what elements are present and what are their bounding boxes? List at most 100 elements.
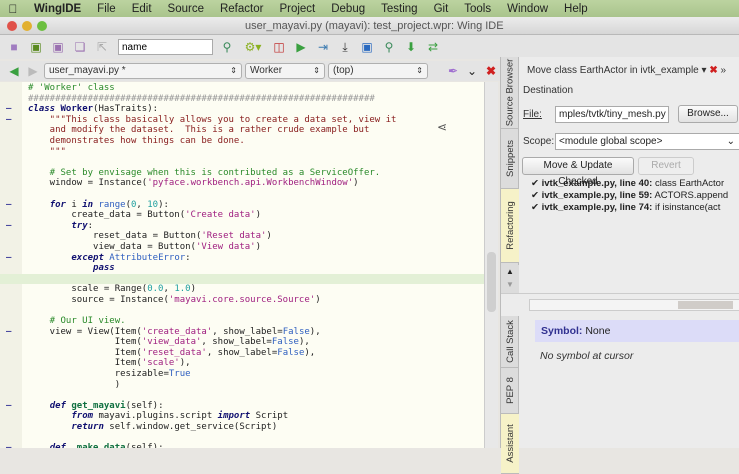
search-input[interactable] — [118, 39, 213, 55]
code-line[interactable]: from mayavi.plugins.script import Script — [0, 411, 484, 422]
run-icon[interactable]: ▶ — [293, 39, 309, 55]
step-out-icon[interactable]: ⤓ — [337, 39, 353, 55]
refactor-result-item[interactable]: ✔ ivtk_example.py, line 40: class EarthA… — [531, 178, 724, 189]
revert-button[interactable]: Revert — [638, 157, 694, 175]
code-line[interactable]: — def _make_data(self): — [0, 443, 484, 448]
menu-window[interactable]: Window — [499, 3, 556, 15]
close-editor-icon[interactable]: ✖ — [483, 63, 499, 79]
menu-debug[interactable]: Debug — [323, 3, 373, 15]
fold-marker-icon[interactable]: — — [6, 221, 11, 232]
close-icon[interactable]: ✖ — [709, 65, 717, 76]
fold-marker-icon[interactable]: — — [6, 401, 11, 412]
open-folder-icon[interactable]: ▣ — [28, 39, 44, 55]
menu-refactor[interactable]: Refactor — [212, 3, 271, 15]
apple-icon[interactable]:  — [0, 2, 26, 16]
checkbox-checked-icon[interactable]: ✔ — [531, 190, 539, 201]
code-line[interactable]: pass — [0, 263, 484, 274]
browse-button[interactable]: Browse... — [678, 105, 738, 123]
new-document-icon[interactable]: ◫ — [271, 39, 287, 55]
tab-assistant[interactable]: Assistant — [501, 414, 519, 474]
code-line[interactable]: # Set by envisage when this is contribut… — [0, 168, 484, 179]
code-line[interactable]: ) — [0, 380, 484, 391]
save-all-icon[interactable]: ❏ — [72, 39, 88, 55]
menu-help[interactable]: Help — [556, 3, 596, 15]
tab-call-stack[interactable]: Call Stack — [501, 316, 519, 368]
class-selector[interactable]: Worker ⇕ — [245, 63, 325, 79]
scope-selector[interactable]: (top) ⇕ — [328, 63, 428, 79]
code-line[interactable]: — view = View(Item('create_data', show_l… — [0, 327, 484, 338]
menu-source[interactable]: Source — [160, 3, 212, 15]
menu-app[interactable]: WingIDE — [26, 3, 89, 15]
code-line[interactable]: Item('scale'), — [0, 358, 484, 369]
scrollbar-thumb[interactable] — [678, 301, 733, 309]
code-line[interactable]: source = Instance('mayavi.core.source.So… — [0, 295, 484, 306]
code-lines[interactable]: # 'Worker' class ########################… — [0, 83, 484, 448]
file-field[interactable]: mples/tvtk/tiny_mesh.py — [555, 106, 669, 123]
code-line[interactable]: Item('view_data', show_label=False), — [0, 337, 484, 348]
refactor-result-item[interactable]: ✔ ivtk_example.py, line 74: if isinstanc… — [531, 202, 720, 213]
code-line[interactable] — [0, 305, 484, 316]
overflow-icon[interactable]: » — [720, 65, 726, 76]
menu-project[interactable]: Project — [271, 3, 323, 15]
scope-dropdown[interactable]: <module global scope> ⌄ — [555, 133, 739, 150]
fold-marker-icon[interactable]: — — [6, 104, 11, 115]
fold-marker-icon[interactable]: — — [6, 200, 11, 211]
code-line[interactable]: ########################################… — [0, 94, 484, 105]
pin-icon[interactable]: ✒ — [445, 63, 461, 79]
zoom-icon[interactable]: ⚲ — [381, 39, 397, 55]
code-line[interactable]: create_data = Button('Create data') — [0, 210, 484, 221]
fold-marker-icon[interactable]: — — [6, 115, 11, 126]
file-selector[interactable]: user_mayavi.py * ⇕ — [44, 63, 242, 79]
code-line[interactable] — [0, 157, 484, 168]
code-line[interactable] — [0, 433, 484, 444]
refactor-header[interactable]: Move class EarthActor in ivtk_example ▾ … — [527, 65, 726, 76]
fold-marker-icon[interactable]: — — [6, 253, 11, 264]
menu-git[interactable]: Git — [426, 3, 457, 15]
code-line[interactable]: resizable=True — [0, 369, 484, 380]
code-line[interactable]: — except AttributeError: — [0, 253, 484, 264]
code-line[interactable]: scale = Range(0.0, 1.0) — [0, 284, 484, 295]
step-into-icon[interactable]: ⇥ — [315, 39, 331, 55]
code-line[interactable]: reset_data = Button('Reset data') — [0, 231, 484, 242]
up-arrow-icon[interactable]: ▲ — [506, 267, 514, 276]
refactor-result-item[interactable]: ✔ ivtk_example.py, line 59: ACTORS.appen… — [531, 190, 728, 201]
sync-icon[interactable]: ⇄ — [425, 39, 441, 55]
download-icon[interactable]: ⬇ — [403, 39, 419, 55]
new-file-icon[interactable]: ■ — [6, 39, 22, 55]
code-line[interactable]: and modify the dataset. This is a rather… — [0, 125, 484, 136]
select-icon[interactable]: ⇱ — [94, 39, 110, 55]
tab-refactoring[interactable]: Refactoring — [501, 189, 519, 263]
code-line[interactable]: — """This class basically allows you to … — [0, 115, 484, 126]
save-icon[interactable]: ▣ — [50, 39, 66, 55]
code-line[interactable] — [0, 273, 484, 285]
code-line[interactable]: window = Instance('pyface.workbench.api.… — [0, 178, 484, 189]
move-update-checked-button[interactable]: Move & Update Checked — [522, 157, 634, 187]
code-line[interactable]: """ — [0, 147, 484, 158]
code-editor[interactable]: # 'Worker' class ########################… — [0, 82, 484, 448]
code-line[interactable]: demonstrates how things can be done. — [0, 136, 484, 147]
tab-snippets[interactable]: Snippets — [501, 129, 519, 189]
code-line[interactable]: view_data = Button('View data') — [0, 242, 484, 253]
menu-edit[interactable]: Edit — [124, 3, 160, 15]
debug-config-icon[interactable]: ⚙▾ — [241, 39, 265, 55]
fold-marker-icon[interactable]: — — [6, 327, 11, 338]
search-icon[interactable]: ⚲ — [219, 39, 235, 55]
checkbox-checked-icon[interactable]: ✔ — [531, 202, 539, 213]
panel-scroll-arrows[interactable]: ▲ ▼ — [501, 265, 519, 293]
code-line[interactable]: — def get_mayavi(self): — [0, 401, 484, 412]
fold-marker-icon[interactable]: — — [6, 443, 11, 448]
code-line[interactable]: # Our UI view. — [0, 316, 484, 327]
code-line[interactable] — [0, 189, 484, 200]
horizontal-scrollbar[interactable] — [529, 299, 739, 311]
chevron-down-icon[interactable]: ⌄ — [464, 63, 480, 79]
code-line[interactable]: — class Worker(HasTraits): — [0, 104, 484, 115]
code-line[interactable]: Item('reset_data', show_label=False), — [0, 348, 484, 359]
menu-file[interactable]: File — [89, 3, 124, 15]
down-arrow-icon[interactable]: ▼ — [506, 280, 514, 289]
close-window-button[interactable] — [7, 21, 17, 31]
tab-source-browser[interactable]: Source Browser — [501, 57, 519, 129]
menu-testing[interactable]: Testing — [373, 3, 425, 15]
editor-scrollbar[interactable] — [484, 82, 498, 448]
code-line[interactable]: — for i in range(0, 10): — [0, 200, 484, 211]
zoom-window-button[interactable] — [37, 21, 47, 31]
